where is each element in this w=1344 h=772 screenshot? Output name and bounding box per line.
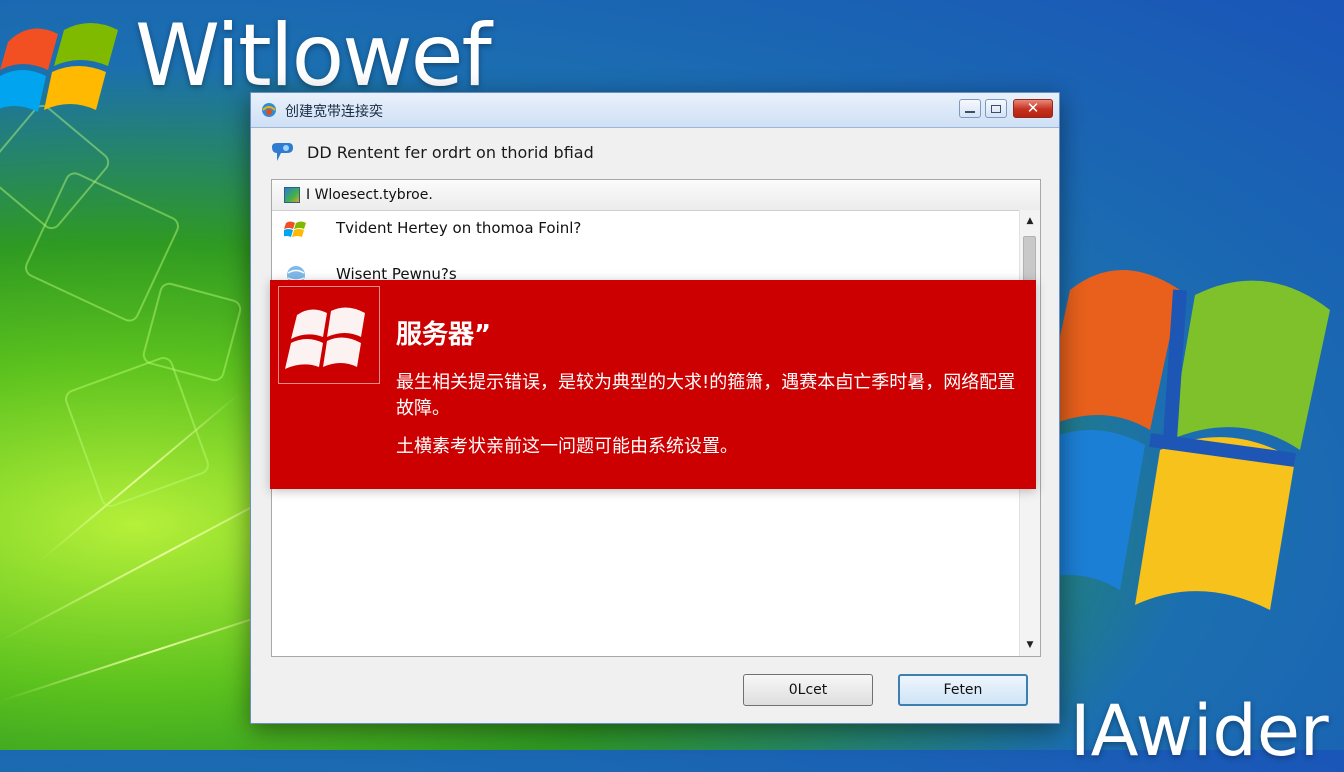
network-app-icon xyxy=(262,103,276,117)
list-header-label: I Wloesect.tybroe. xyxy=(306,187,433,203)
close-icon: ✕ xyxy=(1026,99,1040,117)
error-title: 服务器” xyxy=(396,320,492,350)
dialog-titlebar[interactable]: 创建宽带连接奕 ✕ xyxy=(251,93,1059,128)
scroll-thumb[interactable] xyxy=(1023,236,1036,286)
desktop-brand-bottom: IAwider xyxy=(1070,690,1329,772)
scroll-down-arrow-icon[interactable]: ▼ xyxy=(1020,636,1040,654)
windows-flag-icon xyxy=(1030,270,1330,610)
maximize-button[interactable] xyxy=(985,99,1007,118)
maximize-icon xyxy=(991,105,1001,113)
error-logo-frame xyxy=(278,286,380,384)
error-banner: 服务器” 最生相关提示错误，是较为典型的大求!的箍箫，遇赛本卣亡季时暑，网络配置… xyxy=(270,280,1036,489)
close-button[interactable]: ✕ xyxy=(1013,99,1053,118)
dialog-title: 创建宽带连接奕 xyxy=(285,104,383,120)
next-button[interactable]: Feten xyxy=(898,674,1028,706)
background-cube-shape xyxy=(62,354,212,510)
network-icon xyxy=(284,187,300,203)
error-message-secondary: 土横素考状亲前这一问题可能由系统设置。 xyxy=(396,436,738,457)
minimize-icon xyxy=(965,111,975,113)
windows-flag-icon xyxy=(285,307,365,369)
list-header: I Wloesect.tybroe. xyxy=(272,180,1040,211)
minimize-button[interactable] xyxy=(959,99,981,118)
heading-text: DD Rentent fer ordrt on thorid bfiad xyxy=(307,143,594,162)
scroll-up-arrow-icon[interactable]: ▲ xyxy=(1020,212,1040,230)
connection-wizard-icon xyxy=(272,143,293,161)
windows-flag-icon xyxy=(0,23,118,112)
ok-button[interactable]: 0Lcet xyxy=(743,674,873,706)
brand-wordmark: Witlowef xyxy=(135,6,492,106)
error-message: 最生相关提示错误，是较为典型的大求!的箍箫，遇赛本卣亡季时暑，网络配置故障。 xyxy=(396,372,1016,419)
windows-flag-icon xyxy=(284,221,306,237)
list-item-label: Tvident Hertey on thomoa Foinl? xyxy=(336,219,582,237)
